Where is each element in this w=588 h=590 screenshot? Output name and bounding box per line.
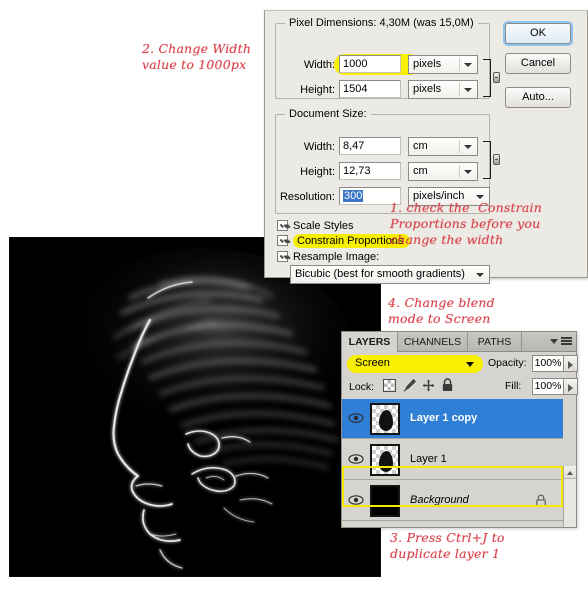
lock-fill-row: Lock: Fill: 100%: [342, 376, 578, 398]
panel-menu-icon[interactable]: [550, 336, 572, 348]
doc-width-input[interactable]: 8,47: [339, 137, 401, 155]
scroll-up-arrow-icon[interactable]: [564, 466, 576, 479]
layer-thumbnail[interactable]: [370, 485, 400, 517]
layer-row-background[interactable]: Background: [342, 481, 563, 521]
scale-styles-label: Scale Styles: [293, 220, 354, 232]
resample-method-value: Bicubic (best for smooth gradients): [295, 268, 465, 280]
tab-channels[interactable]: CHANNELS: [398, 332, 468, 352]
opacity-input[interactable]: 100%: [532, 355, 564, 372]
resample-image-checkbox[interactable]: Resample Image:: [277, 251, 379, 263]
tab-layers[interactable]: LAYERS: [342, 332, 398, 352]
annotation-step-1: 1. check the Constrain Proportions befor…: [390, 200, 542, 247]
eye-visibility-icon[interactable]: [348, 453, 364, 465]
chevron-down-icon: [464, 170, 472, 174]
layer-thumbnail[interactable]: [370, 403, 400, 435]
lock-image-brush-icon[interactable]: [402, 378, 417, 396]
pixel-dimensions-legend: Pixel Dimensions: 4,30M (was 15,0M): [285, 17, 478, 29]
chevron-down-icon: [464, 88, 472, 92]
chain-link-icon: [493, 154, 500, 165]
pixel-height-unit-select[interactable]: pixels: [408, 80, 478, 99]
tab-paths[interactable]: PATHS: [468, 332, 522, 352]
checkbox-box: [277, 235, 288, 246]
doc-height-unit-select[interactable]: cm: [408, 162, 478, 181]
pixel-width-unit-value: pixels: [413, 58, 442, 70]
annotation-step-4: 4. Change blend mode to Screen: [388, 295, 495, 326]
opacity-slider-arrow[interactable]: [564, 355, 578, 372]
hamburger-icon: [561, 337, 572, 347]
layer-name-label: Background: [410, 494, 469, 506]
annotation-step-3: 3. Press Ctrl+J to duplicate layer 1: [390, 530, 505, 561]
fill-slider-arrow[interactable]: [564, 378, 578, 395]
doc-width-label: Width:: [303, 141, 335, 153]
blend-mode-select[interactable]: Screen: [347, 355, 483, 373]
chain-link-icon: [493, 72, 500, 83]
pixel-width-input[interactable]: 1000: [339, 55, 401, 73]
doc-resolution-value: 300: [343, 190, 364, 202]
doc-constrain-bracket: [483, 141, 491, 179]
panel-tab-row: LAYERS CHANNELS PATHS: [342, 332, 576, 352]
layer-row-layer-1[interactable]: Layer 1: [342, 440, 563, 480]
layer-content-blob: [379, 451, 393, 472]
chevron-down-icon: [476, 273, 484, 277]
eye-visibility-icon[interactable]: [348, 412, 364, 424]
doc-width-unit-select[interactable]: cm: [408, 137, 478, 156]
combo-separator: [459, 58, 460, 71]
blend-opacity-row: Screen Opacity: 100%: [342, 353, 578, 375]
doc-resolution-label: Resolution:: [279, 191, 335, 203]
checkbox-box: [277, 220, 288, 231]
fill-label: Fill:: [505, 380, 522, 392]
lock-all-icon[interactable]: [441, 378, 454, 395]
doc-height-label: Height:: [300, 166, 335, 178]
auto-button[interactable]: Auto...: [505, 87, 571, 108]
ok-button[interactable]: OK: [505, 23, 571, 44]
layer-thumbnail[interactable]: [370, 444, 400, 476]
pixel-height-input[interactable]: 1504: [339, 80, 401, 98]
pixel-height-unit-value: pixels: [413, 83, 442, 95]
annotation-step-2: 2. Change Width value to 1000px: [142, 41, 252, 72]
layer-content-blob: [379, 410, 393, 431]
doc-height-unit-value: cm: [413, 165, 428, 177]
layers-panel: LAYERS CHANNELS PATHS Screen Opacity: 10…: [341, 331, 578, 528]
fill-input[interactable]: 100%: [532, 378, 564, 395]
blend-mode-value: Screen: [355, 357, 390, 369]
resample-method-select[interactable]: Bicubic (best for smooth gradients): [290, 265, 490, 284]
eye-visibility-icon[interactable]: [348, 494, 364, 506]
layer-name-label: Layer 1 copy: [410, 412, 478, 424]
cancel-button[interactable]: Cancel: [505, 53, 571, 74]
document-size-legend: Document Size:: [285, 108, 371, 120]
pixel-width-label: Width:: [303, 59, 335, 71]
layer-row-layer-1-copy[interactable]: Layer 1 copy: [342, 399, 563, 439]
pixel-width-unit-select[interactable]: pixels: [408, 55, 478, 74]
opacity-label: Opacity:: [488, 357, 527, 369]
lock-transparency-icon[interactable]: [383, 379, 396, 392]
layer-name-label: Layer 1: [410, 453, 447, 465]
document-canvas-image: [10, 238, 380, 576]
combo-separator: [459, 140, 460, 153]
chevron-down-icon: [466, 362, 474, 367]
chevron-down-icon: [464, 145, 472, 149]
triangle-icon: [550, 339, 558, 344]
layer-list-scrollbar[interactable]: [563, 466, 576, 527]
chevron-down-icon: [476, 195, 484, 199]
pixel-constrain-bracket: [483, 59, 491, 97]
doc-height-input[interactable]: 12,73: [339, 162, 401, 180]
chevron-down-icon: [464, 63, 472, 67]
checkbox-box: [277, 251, 288, 262]
combo-separator: [459, 83, 460, 96]
pixel-height-label: Height:: [300, 84, 335, 96]
scale-styles-checkbox[interactable]: Scale Styles: [277, 220, 354, 232]
lock-label: Lock:: [349, 381, 375, 393]
combo-separator: [459, 165, 460, 178]
resample-image-label: Resample Image:: [293, 251, 380, 263]
portrait-artwork: [10, 238, 380, 576]
layer-lock-icon: [535, 494, 547, 510]
doc-width-unit-value: cm: [413, 140, 428, 152]
lock-position-move-icon[interactable]: [422, 379, 435, 395]
layer-list: Layer 1 copy Layer 1 Background: [342, 399, 576, 527]
